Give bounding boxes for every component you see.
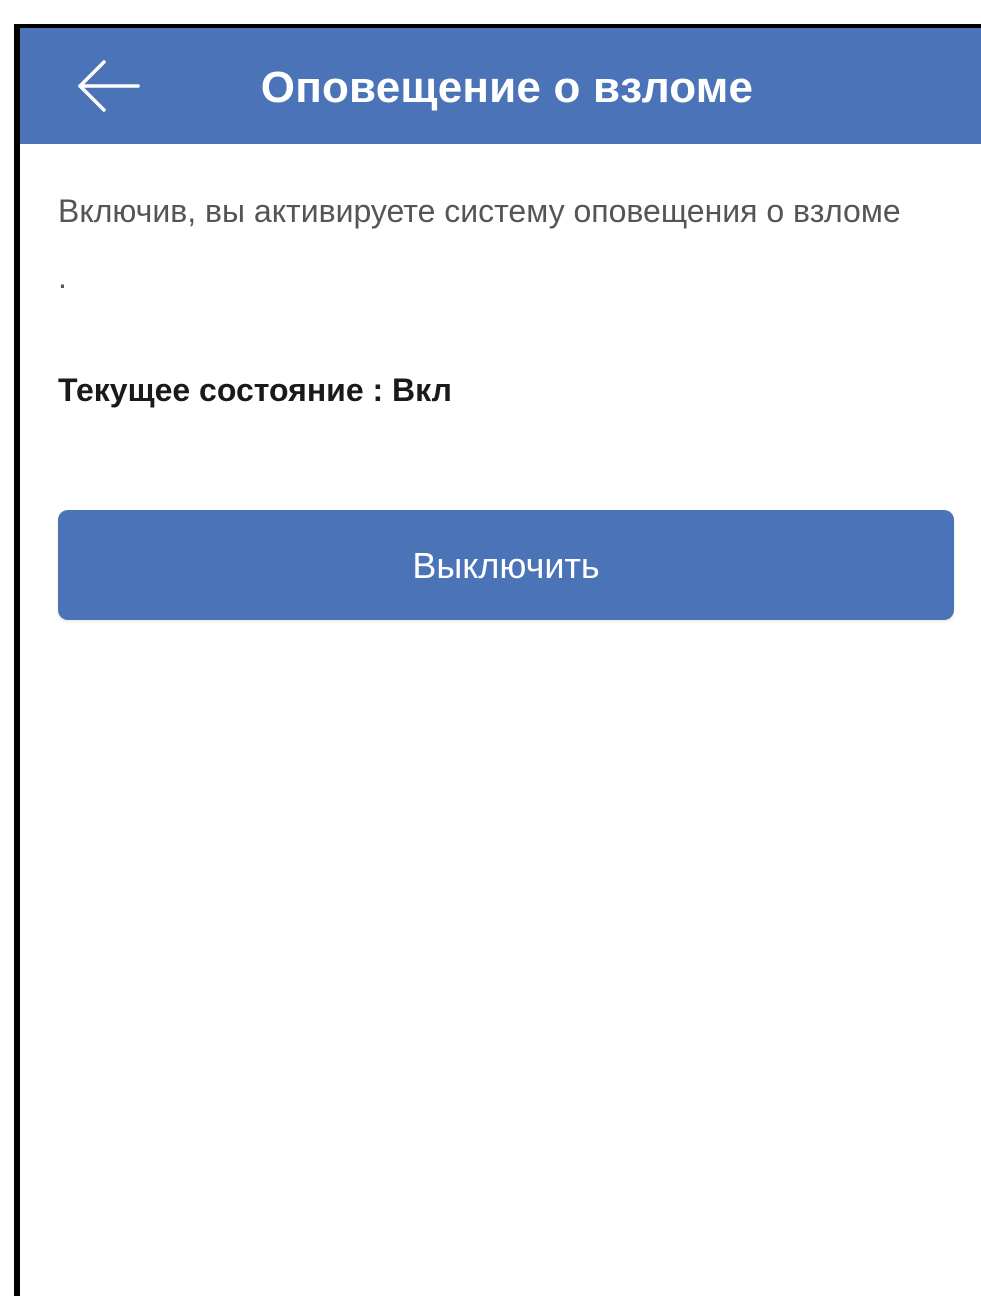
disable-alarm-button[interactable]: Выключить xyxy=(58,510,954,620)
page-title: Оповещение о взломе xyxy=(260,63,754,112)
current-status: Текущее состояние : Вкл xyxy=(58,372,452,408)
description-text: Включив, вы активируете систему оповещен… xyxy=(58,193,901,295)
app-header: Оповещение о взломе xyxy=(20,28,981,144)
screenshot-canvas: Оповещение о взломе Включив, вы активиру… xyxy=(0,0,981,1296)
app-screen: Оповещение о взломе Включив, вы активиру… xyxy=(14,24,981,1296)
